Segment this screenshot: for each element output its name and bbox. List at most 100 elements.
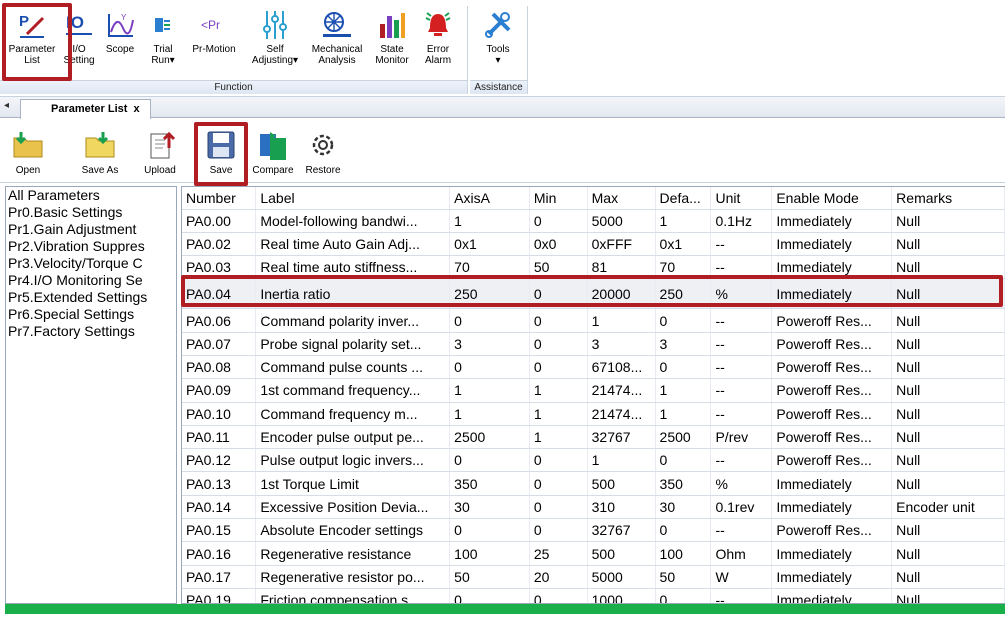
table-cell[interactable]: PA0.16 — [182, 541, 257, 566]
table-row[interactable]: PA0.17 Regenerative resistor po... 50 20 500… — [182, 565, 1005, 589]
table-cell[interactable]: 5000 — [587, 209, 656, 233]
column-header-2[interactable]: AxisA — [449, 187, 530, 210]
table-cell[interactable]: 0 — [449, 588, 530, 603]
table-cell[interactable]: % — [710, 471, 773, 496]
io-setting-button[interactable]: IO I/O Setting — [63, 6, 94, 66]
table-cell[interactable]: 50 — [529, 255, 588, 280]
table-cell[interactable]: Encoder unit — [891, 495, 1005, 520]
table-cell[interactable]: 0 — [449, 355, 530, 380]
table-cell[interactable]: 1 — [529, 425, 588, 450]
table-cell[interactable]: 21474... — [587, 402, 656, 426]
table-cell[interactable]: 100 — [449, 541, 530, 566]
table-cell[interactable]: 0x0 — [529, 232, 588, 257]
table-row[interactable]: PA0.08 Command pulse counts ... 0 0 67108...… — [182, 355, 1005, 380]
table-cell[interactable]: PA0.07 — [182, 332, 257, 356]
table-cell[interactable]: 1 — [449, 378, 530, 403]
table-cell[interactable]: Encoder pulse output pe... — [255, 425, 451, 450]
table-cell[interactable]: Null — [891, 448, 1005, 473]
table-cell[interactable]: Immediately — [771, 565, 893, 589]
table-cell[interactable]: -- — [710, 232, 773, 257]
table-cell[interactable]: 1 — [449, 209, 530, 233]
table-cell[interactable]: PA0.11 — [182, 425, 257, 450]
restore-button[interactable]: Restore — [301, 125, 345, 177]
table-cell[interactable]: Poweroff Res... — [771, 378, 893, 403]
table-row[interactable]: PA0.09 1st command frequency... 1 1 21474...… — [182, 378, 1005, 403]
table-cell[interactable]: PA0.19 — [182, 588, 257, 603]
table-cell[interactable]: Null — [891, 518, 1005, 543]
self-adjusting-button[interactable]: Self Adjusting▾ — [246, 6, 304, 66]
tree-item-pr6[interactable]: Pr6.Special Settings — [6, 306, 176, 323]
table-row[interactable]: PA0.13 1st Torque Limit 350 0 500 350% Immedia… — [182, 471, 1005, 496]
table-cell[interactable]: Immediately — [771, 278, 893, 310]
table-cell[interactable]: -- — [710, 378, 773, 403]
table-cell[interactable]: 0 — [529, 471, 588, 496]
table-row[interactable]: PA0.02 Real time Auto Gain Adj... 0x1 0x0 0x… — [182, 232, 1005, 257]
table-cell[interactable]: 30 — [655, 495, 712, 520]
table-cell[interactable]: Poweroff Res... — [771, 332, 893, 356]
tree-item-all-parameters[interactable]: All Parameters — [6, 187, 176, 204]
mechanical-analysis-button[interactable]: Mechanical Analysis — [308, 6, 366, 66]
table-cell[interactable]: 3 — [587, 332, 656, 356]
save-as-button[interactable]: Save As — [78, 125, 122, 177]
table-cell[interactable]: 3 — [655, 332, 712, 356]
table-row[interactable]: PA0.14 Excessive Position Devia... 30 0 310 3… — [182, 495, 1005, 520]
tree-item-pr2[interactable]: Pr2.Vibration Suppres — [6, 238, 176, 255]
table-cell[interactable]: Inertia ratio — [255, 278, 451, 310]
table-cell[interactable]: 5000 — [587, 565, 656, 589]
table-row[interactable]: PA0.16 Regenerative resistance 100 25 500 100… — [182, 541, 1005, 566]
tab-parameter-list[interactable]: Parameter List x — [20, 99, 151, 119]
upload-button[interactable]: Upload — [138, 125, 182, 177]
table-cell[interactable]: Immediately — [771, 471, 893, 496]
table-cell[interactable]: 3 — [449, 332, 530, 356]
table-cell[interactable]: Immediately — [771, 588, 893, 603]
table-cell[interactable]: Ohm — [710, 541, 773, 566]
pr-motion-button[interactable]: <Pr Pr-Motion — [186, 6, 242, 55]
table-cell[interactable]: Null — [891, 402, 1005, 426]
table-cell[interactable]: 0xFFF — [587, 232, 656, 257]
table-cell[interactable]: Regenerative resistance — [255, 541, 451, 566]
table-row[interactable]: PA0.12 Pulse output logic invers... 0 0 1 0 --… — [182, 448, 1005, 473]
table-cell[interactable]: 70 — [655, 255, 712, 280]
table-cell[interactable]: 30 — [449, 495, 530, 520]
tree-item-pr5[interactable]: Pr5.Extended Settings — [6, 289, 176, 306]
table-cell[interactable]: 0 — [449, 518, 530, 543]
table-cell[interactable]: -- — [710, 448, 773, 473]
table-cell[interactable]: Command pulse counts ... — [255, 355, 451, 380]
table-cell[interactable]: Null — [891, 255, 1005, 280]
table-cell[interactable]: 0 — [529, 355, 588, 380]
table-cell[interactable]: PA0.04 — [182, 278, 257, 310]
table-cell[interactable]: 21474... — [587, 378, 656, 403]
table-cell[interactable]: -- — [710, 588, 773, 603]
table-cell[interactable]: 0.1rev — [710, 495, 773, 520]
table-cell[interactable]: Null — [891, 232, 1005, 257]
table-cell[interactable]: Immediately — [771, 209, 893, 233]
table-cell[interactable]: 1 — [587, 448, 656, 473]
table-cell[interactable]: 2500 — [449, 425, 530, 450]
table-cell[interactable]: Poweroff Res... — [771, 425, 893, 450]
table-cell[interactable]: Real time Auto Gain Adj... — [255, 232, 451, 257]
table-cell[interactable]: Null — [891, 588, 1005, 603]
tools-button[interactable]: Tools ▾ — [476, 6, 520, 66]
table-cell[interactable]: 310 — [587, 495, 656, 520]
table-cell[interactable]: 0 — [655, 308, 712, 333]
table-cell[interactable]: 0 — [655, 588, 712, 603]
table-cell[interactable]: 1 — [529, 402, 588, 426]
table-cell[interactable]: 0 — [529, 518, 588, 543]
table-cell[interactable]: 20000 — [587, 278, 656, 310]
state-monitor-button[interactable]: State Monitor — [372, 6, 412, 66]
table-cell[interactable]: 250 — [655, 278, 712, 310]
table-cell[interactable]: PA0.10 — [182, 402, 257, 426]
table-cell[interactable]: 50 — [655, 565, 712, 589]
table-cell[interactable]: Null — [891, 278, 1005, 310]
table-cell[interactable]: -- — [710, 255, 773, 280]
table-cell[interactable]: Null — [891, 541, 1005, 566]
table-cell[interactable]: 1st command frequency... — [255, 378, 451, 403]
table-cell[interactable]: 0 — [449, 448, 530, 473]
table-cell[interactable]: 32767 — [587, 518, 656, 543]
table-cell[interactable]: 1 — [655, 378, 712, 403]
table-cell[interactable]: PA0.15 — [182, 518, 257, 543]
table-row[interactable]: PA0.11 Encoder pulse output pe... 2500 1 327… — [182, 425, 1005, 450]
table-cell[interactable]: PA0.12 — [182, 448, 257, 473]
table-cell[interactable]: W — [710, 565, 773, 589]
table-cell[interactable]: Excessive Position Devia... — [255, 495, 451, 520]
